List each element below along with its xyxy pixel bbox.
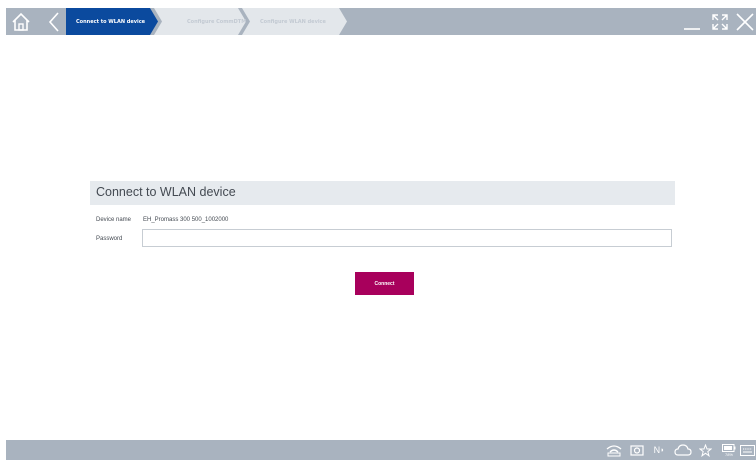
home-button[interactable]	[6, 8, 36, 35]
device-name-label: Device name	[96, 217, 132, 223]
device-name-value: EH_Promass 300 500_1002000	[143, 217, 229, 223]
password-label: Password	[96, 236, 123, 242]
wizard-step-label: Configure WLAN device	[260, 18, 326, 25]
battery-icon	[722, 443, 736, 452]
top-bar: Connect to WLAN device Configure CommDTM…	[0, 0, 756, 44]
wizard-step-connect[interactable]: Connect to WLAN device	[66, 8, 158, 35]
nfc-indicator: N ◗	[653, 445, 665, 455]
back-arrow-icon	[48, 11, 59, 32]
cloud-button[interactable]	[673, 440, 693, 460]
star-icon	[698, 443, 712, 457]
home-icon	[12, 12, 30, 31]
maximize-button[interactable]	[705, 8, 735, 35]
camera-icon	[630, 445, 644, 456]
maximize-icon	[712, 13, 728, 30]
cloud-icon	[674, 443, 692, 456]
wizard-step-label: Configure CommDTM	[187, 18, 247, 25]
wizard-steps: Connect to WLAN device Configure CommDTM…	[64, 8, 676, 35]
page-title: Connect to WLAN device	[96, 185, 236, 199]
wizard-step-configure-wlan[interactable]: Configure WLAN device	[242, 8, 347, 35]
connect-button[interactable]: Connect	[355, 272, 414, 295]
minimize-icon	[684, 27, 700, 30]
password-field[interactable]	[142, 229, 672, 247]
close-button[interactable]	[733, 8, 756, 35]
wizard-step-label: Connect to WLAN device	[76, 18, 146, 25]
wlan-button[interactable]	[604, 440, 624, 460]
wlan-icon	[606, 445, 622, 457]
battery-level: 78%	[724, 451, 733, 457]
keyboard-icon	[740, 444, 755, 456]
battery-indicator: 78%	[721, 440, 737, 460]
close-icon	[735, 12, 754, 31]
favorite-button[interactable]	[697, 440, 713, 460]
camera-button[interactable]	[629, 440, 645, 460]
wizard-step-configure-commdtm[interactable]: Configure CommDTM	[154, 8, 246, 35]
minimize-button[interactable]	[677, 8, 707, 35]
keyboard-button[interactable]	[739, 440, 756, 460]
